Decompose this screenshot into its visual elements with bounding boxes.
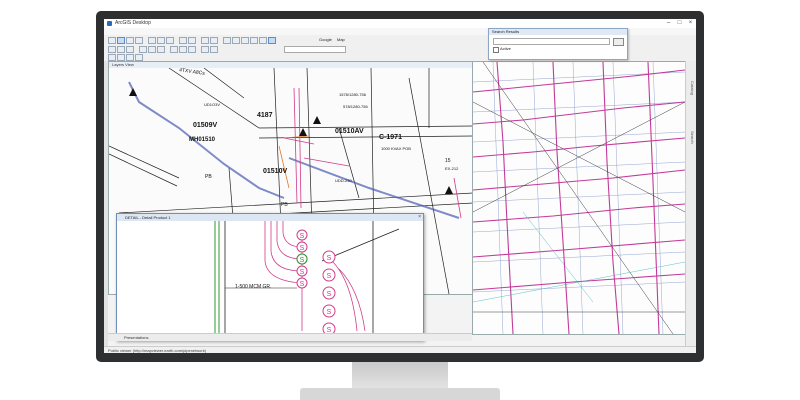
svg-text:S: S [327,255,332,262]
network-map-drawing [473,62,685,334]
scale-icon[interactable] [210,37,218,44]
refresh-icon[interactable] [126,54,134,61]
hyperlink-icon[interactable] [157,46,165,53]
bottom-tab-bar: Presentations [108,333,472,341]
map-label-7: 578/1280-756 [343,104,368,109]
map-label-13: EX-212 [445,166,459,171]
map-label-6: 1578/1280-756 [339,92,366,97]
active-checkbox[interactable] [493,47,499,53]
map-window-title: Layers View [112,62,134,67]
pan-icon[interactable] [241,37,249,44]
vertex-icon[interactable] [126,46,134,53]
cut-icon[interactable] [148,37,156,44]
toolbar-search-input[interactable] [284,46,346,53]
detail-drawing: SS SS SS SS SS [214,221,400,340]
monitor-stand-base [300,388,500,400]
zoom-out-icon[interactable] [232,37,240,44]
full-extent-icon[interactable] [250,37,258,44]
svg-text:S: S [300,233,305,240]
status-bar: Public viewer (http://mapviewer.earth.co… [104,346,696,353]
detail-window-header: DETAIL - Detail Product 1 × [117,214,423,221]
layer-icon[interactable] [108,54,116,61]
app-screen: ArcGIS Desktop – □ × File Edit View Tool… [104,19,696,353]
svg-text:S: S [300,257,305,264]
network-map-view[interactable] [472,61,686,335]
redo-icon[interactable] [188,37,196,44]
map-label-4: MH01510 [189,137,216,143]
map-label-12: 15 [445,158,451,164]
sketch-icon[interactable] [117,46,125,53]
map-label-2: UD1O3V [204,102,221,107]
svg-text:S: S [300,269,305,276]
map-label-8: 01510AV [335,128,364,135]
map-label-9: C-1971 [379,134,402,141]
minimize-button[interactable]: – [663,19,674,28]
save-icon[interactable] [126,37,134,44]
snap-icon[interactable] [210,46,218,53]
search-results-panel: Search Results Active [488,28,628,60]
search-panel-header: Search Results [489,29,627,35]
maximize-button[interactable]: □ [674,19,685,28]
zoom-in-icon[interactable] [223,37,231,44]
map-label-14: PB [205,174,212,180]
open-icon[interactable] [117,37,125,44]
map-label-16: PB [281,202,288,208]
map-label-10: 1000 KVAX POB [381,146,411,151]
flag-icon[interactable] [179,46,187,53]
find-icon[interactable] [148,46,156,53]
detail-window-title: DETAIL - Detail Product 1 [125,215,171,220]
detail-close-icon[interactable]: × [418,214,421,221]
map-label-15: UDD-230 [335,178,352,183]
map-label-5: 4187 [257,112,273,119]
rail-tab-search[interactable]: Search [690,131,695,144]
map-label-11: 01510V [263,168,288,175]
window-title: ArcGIS Desktop [115,20,151,26]
select-icon[interactable] [268,37,276,44]
detail-window[interactable]: DETAIL - Detail Product 1 × S S S S S S … [116,213,424,341]
active-checkbox-label: Active [500,46,511,51]
paste-icon[interactable] [166,37,174,44]
barrier-icon[interactable] [188,46,196,53]
google-label[interactable]: Google [319,37,332,42]
undo-icon[interactable] [179,37,187,44]
add-data-icon[interactable] [201,37,209,44]
svg-text:S: S [327,291,332,298]
rail-tab-catalog[interactable]: Catalog [690,81,695,95]
editor-icon[interactable] [108,46,116,53]
map-label[interactable]: Map [337,37,345,42]
map-label-3: 01509V [193,122,218,129]
app-icon [107,21,112,26]
search-panel-go-button[interactable] [613,38,624,46]
status-text: Public viewer (http://mapviewer.earth.co… [108,348,207,353]
svg-text:S: S [300,281,305,288]
measure-icon[interactable] [139,46,147,53]
svg-text:S: S [300,245,305,252]
svg-text:S: S [327,273,332,280]
copy-icon[interactable] [157,37,165,44]
print-icon[interactable] [135,37,143,44]
identify-icon[interactable] [259,37,267,44]
network-icon[interactable] [201,46,209,53]
trace-icon[interactable] [170,46,178,53]
cable-label: 1-500 MCM GR. [235,284,272,290]
right-dock-rail: Catalog Search [685,61,696,347]
search-panel-input[interactable] [493,38,610,45]
close-button[interactable]: × [685,19,696,28]
new-icon[interactable] [108,37,116,44]
monitor-stand-neck [352,362,448,390]
svg-text:S: S [327,309,332,316]
table-icon[interactable] [117,54,125,61]
tab-presentations[interactable]: Presentations [124,335,148,340]
settings-icon[interactable] [135,54,143,61]
